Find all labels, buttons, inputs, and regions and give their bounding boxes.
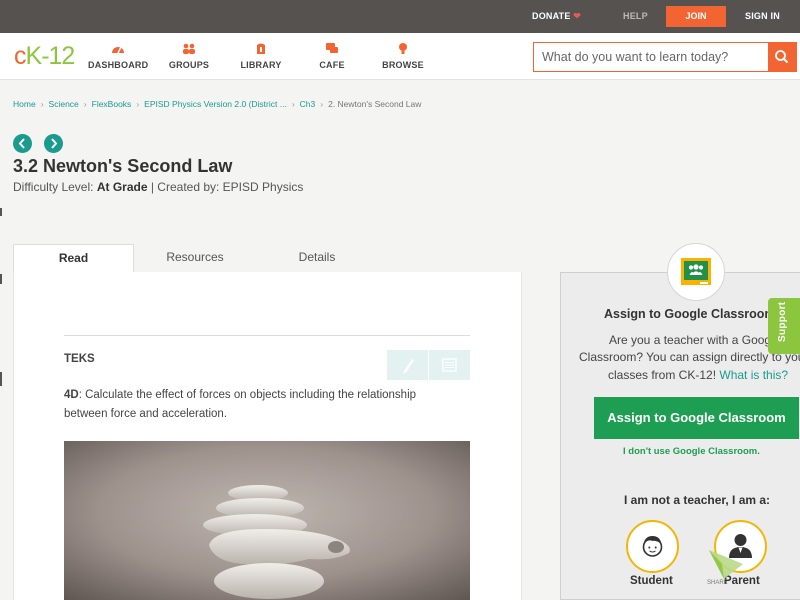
highlight-button[interactable] (387, 350, 428, 380)
nav-label: DASHBOARD (88, 60, 149, 70)
nav-label: GROUPS (168, 60, 210, 70)
classroom-badge (667, 243, 725, 301)
share-label: SHARE (707, 580, 728, 586)
breadcrumb-flexbooks[interactable]: FlexBooks (92, 99, 132, 109)
teks-code: 4D (64, 389, 79, 401)
donate-link[interactable]: DONATE ❤ (532, 11, 581, 22)
notes-icon (442, 358, 457, 372)
no-google-classroom-link[interactable]: I don't use Google Classroom. (623, 446, 760, 457)
share-plane-icon[interactable] (708, 548, 744, 582)
top-bar: DONATE ❤ HELP JOIN SIGN IN (0, 0, 800, 33)
next-button[interactable] (44, 134, 63, 153)
search-input[interactable] (534, 43, 768, 71)
tab-resources[interactable]: Resources (145, 244, 245, 272)
page-title: 3.2 Newton's Second Law (13, 156, 233, 176)
nav-cafe[interactable]: CAFE (318, 42, 346, 70)
chevron-left-icon (18, 138, 25, 149)
panel-text-2: Classroom? You can assign directly to yo… (579, 350, 800, 364)
library-icon (257, 43, 265, 54)
browse-icon (399, 43, 407, 54)
breadcrumb-current: 2. Newton's Second Law (328, 99, 422, 109)
nav-groups[interactable]: GROUPS (168, 42, 210, 70)
heart-icon: ❤ (573, 11, 581, 21)
left-edge-mark (0, 208, 2, 216)
divider (64, 335, 470, 336)
search-box (533, 42, 797, 72)
breadcrumb-book[interactable]: EPISD Physics Version 2.0 (District ... (144, 99, 287, 109)
breadcrumb-separator: › (40, 99, 44, 109)
pencil-icon (403, 359, 414, 373)
difficulty-value: At Grade (96, 180, 148, 194)
tab-read[interactable]: Read (13, 244, 134, 273)
support-label: Support (777, 301, 788, 342)
sign-in-link[interactable]: SIGN IN (745, 11, 780, 21)
nav-dashboard[interactable]: DASHBOARD (88, 42, 148, 70)
what-is-this-link[interactable]: What is this? (719, 368, 788, 382)
teks-text: 4D: Calculate the effect of forces on ob… (64, 386, 470, 424)
nav-label: LIBRARY (240, 60, 282, 70)
balanced-stones-image (64, 441, 470, 600)
page-meta: Difficulty Level: At Grade | Created by:… (13, 180, 303, 194)
search-icon (775, 50, 789, 64)
teks-line-2: between force and acceleration. (64, 408, 228, 420)
google-classroom-icon (681, 258, 711, 285)
not-teacher-heading: I am not a teacher, I am a: (624, 493, 771, 507)
created-by: | Created by: EPISD Physics (150, 180, 304, 194)
nav-browse[interactable]: BROWSE (382, 42, 424, 70)
breadcrumb-separator: › (136, 99, 140, 109)
nav-label: BROWSE (382, 60, 424, 70)
breadcrumb-chapter[interactable]: Ch3 (300, 99, 316, 109)
panel-text-1: Are you a teacher with a Google (609, 333, 781, 347)
notes-button[interactable] (429, 350, 470, 380)
chevron-right-icon (51, 138, 58, 149)
student-label: Student (630, 575, 673, 587)
panel-text-3-label: classes from CK-12! (608, 368, 717, 382)
tab-details[interactable]: Details (270, 244, 364, 272)
breadcrumb: Home › Science › FlexBooks › EPISD Physics Ver… (13, 99, 421, 109)
panel-text-3: classes from CK-12! What is this? (608, 368, 788, 382)
dashboard-icon (112, 46, 124, 54)
help-link[interactable]: HELP (623, 11, 648, 21)
cafe-icon (326, 43, 338, 53)
nav-label: CAFE (319, 60, 345, 70)
previous-button[interactable] (13, 134, 32, 153)
ck12-logo[interactable]: cK-12 (14, 42, 75, 71)
header: cK-12 DASHBOARD GROUPS LIBRARY CAFE BROW… (0, 33, 800, 80)
breadcrumb-separator: › (291, 99, 295, 109)
left-edge-mark (0, 274, 2, 284)
nav-library[interactable]: LIBRARY (240, 42, 282, 70)
left-edge-mark (0, 372, 2, 386)
breadcrumb-separator: › (83, 99, 87, 109)
donate-label: DONATE (532, 11, 571, 21)
annotation-toolbox (387, 350, 470, 380)
search-button[interactable] (768, 43, 796, 71)
difficulty-label: Difficulty Level: (13, 180, 94, 194)
student-icon (642, 536, 663, 557)
support-tab[interactable]: Support (768, 298, 800, 354)
groups-icon (183, 43, 195, 54)
breadcrumb-science[interactable]: Science (49, 99, 79, 109)
panel-title: Assign to Google Classroom (604, 307, 776, 321)
join-button[interactable]: JOIN (666, 6, 726, 27)
breadcrumb-separator: › (320, 99, 324, 109)
teks-line-1: : Calculate the effect of forces on obje… (78, 389, 417, 401)
student-role-button[interactable] (626, 520, 679, 573)
breadcrumb-home[interactable]: Home (13, 99, 36, 109)
section-heading: TEKS (64, 353, 95, 365)
assign-to-classroom-button[interactable]: Assign to Google Classroom (594, 397, 799, 439)
